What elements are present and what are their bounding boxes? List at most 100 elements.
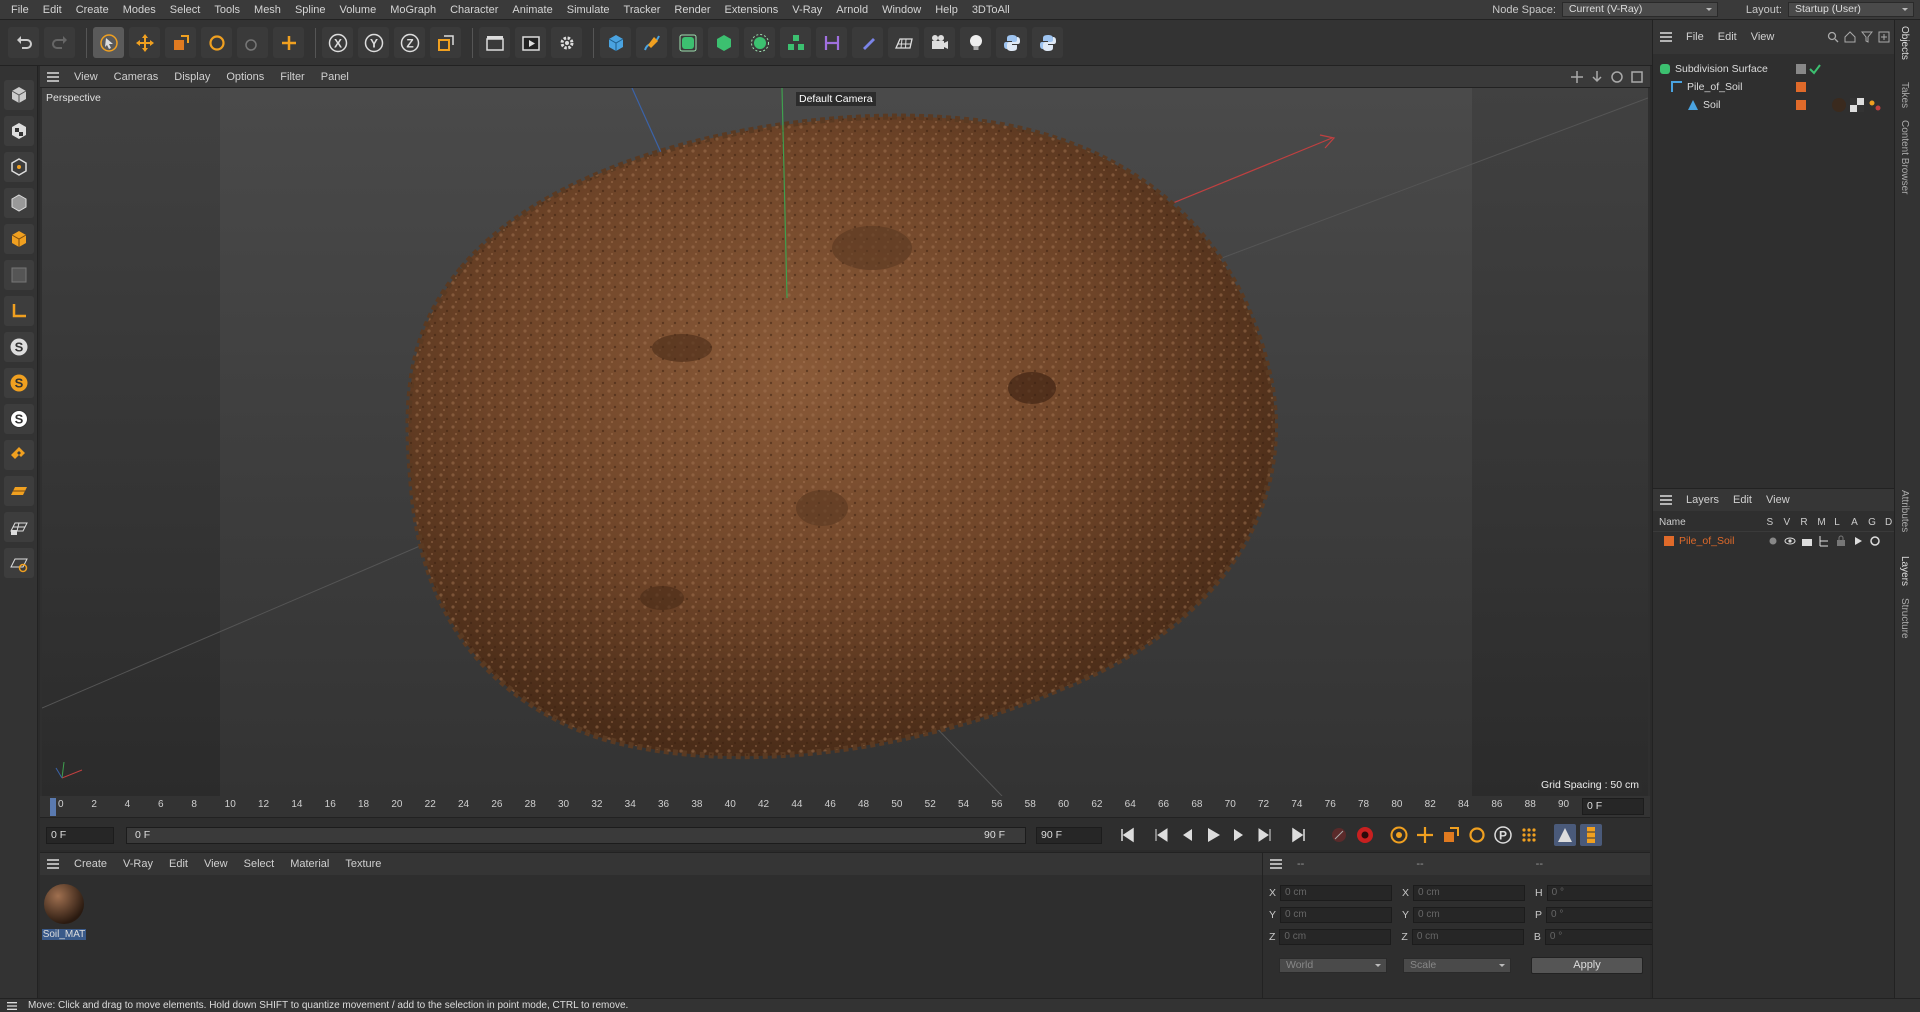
edit-toggle-icon[interactable]	[1795, 63, 1807, 75]
timeline-layout-button[interactable]	[1580, 824, 1602, 846]
axis-mode-button[interactable]	[3, 296, 34, 326]
record-keys-button[interactable]	[1328, 824, 1350, 846]
python-script-button[interactable]	[996, 27, 1027, 58]
menu-mesh[interactable]: Mesh	[247, 0, 288, 20]
render-clapper-icon[interactable]	[1801, 535, 1813, 547]
workplane-button[interactable]	[3, 476, 34, 506]
edges-mode-button[interactable]	[3, 188, 34, 218]
new-window-icon[interactable]	[1878, 31, 1890, 43]
menu-spline[interactable]: Spline	[288, 0, 333, 20]
hamburger-icon[interactable]	[46, 858, 60, 870]
rot-b-field[interactable]: 0 °	[1544, 929, 1657, 945]
viewport-menu-view[interactable]: View	[66, 71, 106, 83]
menu-create[interactable]: Create	[69, 0, 116, 20]
menu-simulate[interactable]: Simulate	[560, 0, 617, 20]
hamburger-icon[interactable]	[6, 1001, 18, 1011]
side-tab-objects[interactable]: Objects	[1899, 26, 1910, 60]
autokey-button[interactable]	[1354, 824, 1376, 846]
select-tool-button[interactable]	[93, 27, 124, 58]
render-region-button[interactable]	[479, 27, 510, 58]
layer-row[interactable]: Pile_of_Soil	[1663, 535, 1734, 547]
generator-icon[interactable]	[1869, 535, 1881, 547]
play-button[interactable]	[1202, 824, 1224, 846]
viewport-canvas[interactable]: Perspective Default Camera Grid Spacing …	[42, 88, 1648, 796]
floor-button[interactable]	[888, 27, 919, 58]
material-menu-vray[interactable]: V-Ray	[115, 858, 161, 870]
checkmark-icon[interactable]	[1809, 63, 1821, 75]
pos-x-field[interactable]: 0 cm	[1280, 885, 1393, 901]
points-mode-button[interactable]	[3, 152, 34, 182]
eye-icon[interactable]	[1784, 535, 1796, 547]
motion-record-button[interactable]	[1554, 824, 1576, 846]
menu-tools[interactable]: Tools	[207, 0, 247, 20]
menu-render[interactable]: Render	[667, 0, 717, 20]
hamburger-icon[interactable]	[1659, 494, 1673, 506]
rot-p-field[interactable]: 0 °	[1546, 907, 1659, 923]
previous-key-button[interactable]	[1150, 824, 1172, 846]
menu-help[interactable]: Help	[928, 0, 965, 20]
hamburger-icon[interactable]	[1659, 31, 1673, 43]
add-tool-button[interactable]	[273, 27, 304, 58]
apply-button[interactable]: Apply	[1531, 957, 1643, 974]
material-menu-view[interactable]: View	[196, 858, 236, 870]
python-console-button[interactable]	[1032, 27, 1063, 58]
render-view-button[interactable]	[515, 27, 546, 58]
key-parameter-button[interactable]: P	[1492, 824, 1514, 846]
layers-menu-layers[interactable]: Layers	[1679, 494, 1726, 506]
timeline-ruler[interactable]: 0 2 4 6 8 10 12 14 16 18 20 22 24 26 28 30 32 34 36 38 40 42 4…	[40, 796, 1650, 818]
camera-button[interactable]	[924, 27, 955, 58]
side-tab-structure[interactable]: Structure	[1899, 598, 1910, 639]
zoom-view-icon[interactable]	[1590, 70, 1604, 84]
layout-dropdown[interactable]: Startup (User)	[1788, 2, 1914, 17]
size-mode-dropdown[interactable]: Scale	[1403, 958, 1511, 973]
pos-z-field[interactable]: 0 cm	[1279, 929, 1392, 945]
key-scale-button[interactable]	[1440, 824, 1462, 846]
pos-y-field[interactable]: 0 cm	[1280, 907, 1393, 923]
object-row-subdivision[interactable]: Subdivision Surface	[1659, 63, 1768, 75]
material-menu-create[interactable]: Create	[66, 858, 115, 870]
hamburger-icon[interactable]	[46, 71, 60, 83]
menu-modes[interactable]: Modes	[116, 0, 163, 20]
viewport-menu-display[interactable]: Display	[166, 71, 218, 83]
menu-animate[interactable]: Animate	[505, 0, 559, 20]
coordinate-system-button[interactable]	[430, 27, 461, 58]
redo-button[interactable]	[44, 27, 75, 58]
undo-button[interactable]	[8, 27, 39, 58]
animation-play-icon[interactable]	[1852, 535, 1864, 547]
subdivision-button[interactable]	[672, 27, 703, 58]
key-position-button[interactable]	[1414, 824, 1436, 846]
size-y-field[interactable]: 0 cm	[1413, 907, 1526, 923]
camera-label[interactable]: Default Camera	[796, 92, 876, 106]
viewport-menu-panel[interactable]: Panel	[313, 71, 357, 83]
rotate-tool-button[interactable]	[201, 27, 232, 58]
keyframe-selection-button[interactable]	[1388, 824, 1410, 846]
solo-dot-icon[interactable]	[1767, 535, 1779, 547]
current-frame-field[interactable]: 0 F	[46, 826, 114, 844]
texture-mode-button[interactable]	[3, 116, 34, 146]
scale-tool-button[interactable]	[165, 27, 196, 58]
mograph-button[interactable]	[780, 27, 811, 58]
search-icon[interactable]	[1827, 31, 1839, 43]
render-settings-button[interactable]	[551, 27, 582, 58]
checker-tag-icon[interactable]	[1849, 97, 1865, 113]
menu-volume[interactable]: Volume	[333, 0, 384, 20]
cube-primitive-button[interactable]	[600, 27, 631, 58]
snap-settings-button[interactable]: S	[3, 368, 34, 398]
key-pla-button[interactable]	[1518, 824, 1540, 846]
rot-h-field[interactable]: 0 °	[1546, 885, 1659, 901]
planar-workplane-button[interactable]	[3, 548, 34, 578]
object-row-soil[interactable]: Soil	[1687, 99, 1721, 111]
polygons-mode-button[interactable]	[3, 224, 34, 254]
pan-view-icon[interactable]	[1570, 70, 1584, 84]
coord-mode-dropdown[interactable]: World	[1279, 958, 1387, 973]
menu-extensions[interactable]: Extensions	[717, 0, 785, 20]
playhead[interactable]	[50, 798, 56, 816]
menu-arnold[interactable]: Arnold	[829, 0, 875, 20]
y-axis-lock-button[interactable]: Y	[358, 27, 389, 58]
vertex-map-tag-icon[interactable]	[1867, 97, 1883, 113]
rotate-view-icon[interactable]	[1610, 70, 1624, 84]
menu-tracker[interactable]: Tracker	[617, 0, 668, 20]
z-axis-lock-button[interactable]: Z	[394, 27, 425, 58]
filter-icon[interactable]	[1861, 31, 1873, 43]
end-frame-field[interactable]: 90 F	[1036, 826, 1102, 844]
